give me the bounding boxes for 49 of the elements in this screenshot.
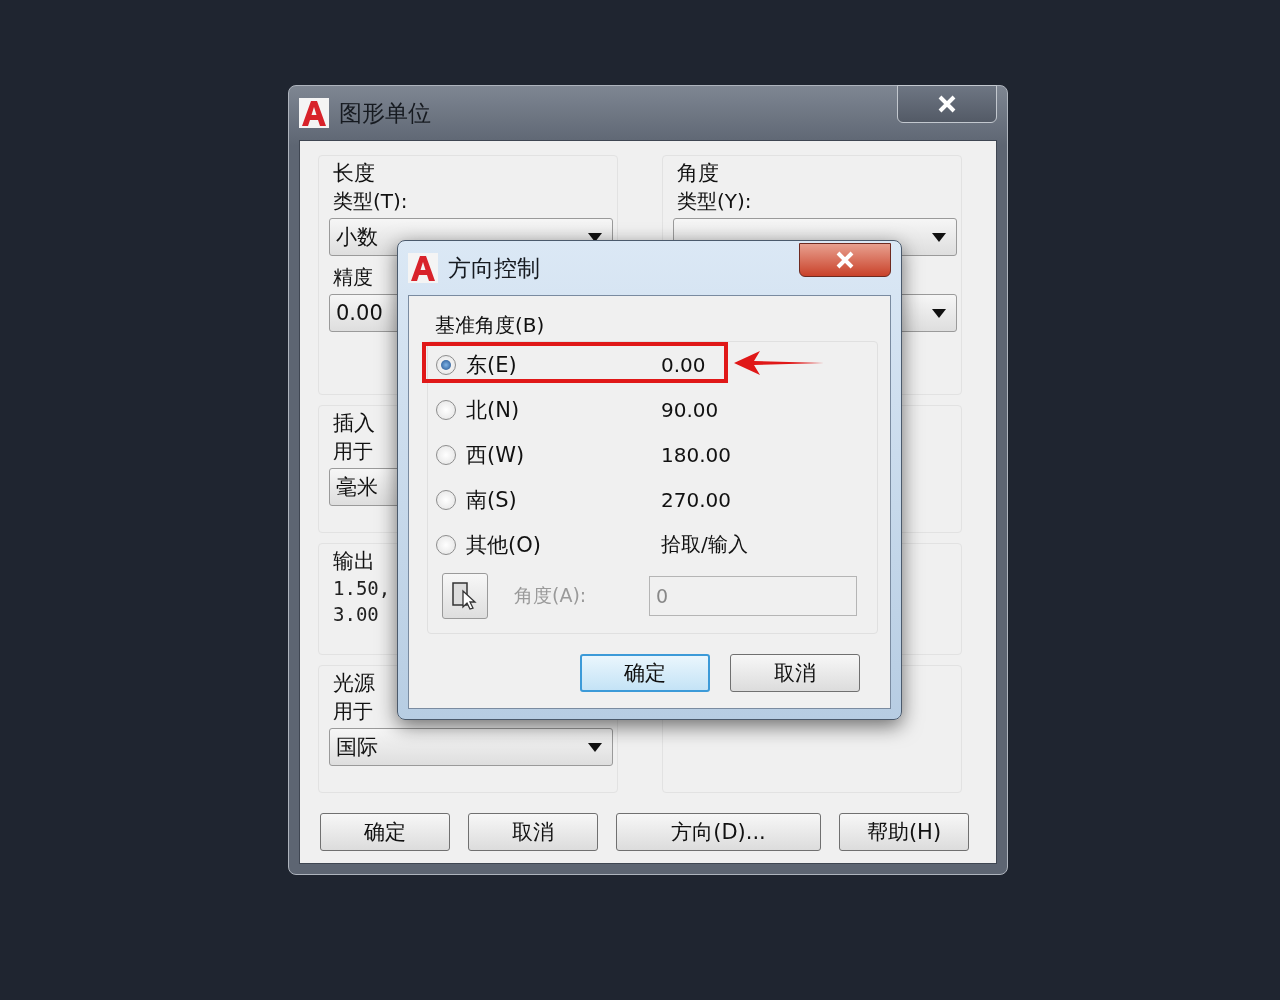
dropdown-caret-icon	[588, 232, 602, 242]
dialog-button[interactable]: 方向(D)...	[616, 813, 821, 851]
angle-value: 90.00	[661, 397, 719, 422]
close-icon	[938, 95, 956, 113]
sample-output-text: 1.50,	[333, 576, 391, 600]
field-label: 用于	[333, 698, 373, 724]
radio-button[interactable]	[436, 444, 456, 465]
dropdown-caret-icon	[932, 308, 946, 318]
radio-button[interactable]	[436, 489, 456, 510]
dropdown-caret-icon	[588, 742, 602, 752]
close-icon	[836, 251, 854, 269]
group-heading: 光源	[333, 670, 375, 696]
radio-label: 东(E)	[466, 351, 518, 379]
group-label: 基准角度(B)	[435, 312, 546, 339]
radio-label: 北(N)	[466, 396, 521, 424]
dialog-button[interactable]: 确定	[580, 654, 710, 692]
radio-button[interactable]	[436, 354, 456, 375]
dialog-button[interactable]: 取消	[468, 813, 598, 851]
group-heading: 输出	[333, 548, 375, 574]
angle-value: 拾取/输入	[661, 531, 748, 558]
radio-label: 南(S)	[466, 486, 518, 514]
dialog-button[interactable]: 帮助(H)	[839, 813, 969, 851]
dropdown[interactable]: 国际	[329, 728, 613, 766]
group-heading: 插入	[333, 410, 375, 436]
pick-angle-button[interactable]	[442, 573, 488, 619]
angle-value: 180.00	[661, 442, 731, 467]
field-label: 用于	[333, 438, 373, 464]
radio-button[interactable]	[436, 399, 456, 420]
dropdown-caret-icon	[932, 232, 946, 242]
app-logo-icon	[299, 98, 329, 128]
cursor-pick-icon	[451, 581, 479, 611]
dialog-button[interactable]: 确定	[320, 813, 450, 851]
radio-label: 其他(O)	[466, 531, 542, 559]
dialog-button[interactable]: 取消	[730, 654, 860, 692]
field-label: 类型(T):	[333, 188, 408, 214]
field-label: 角度(A):	[514, 583, 588, 608]
close-button[interactable]	[799, 243, 891, 277]
window-title: 图形单位	[339, 98, 432, 128]
angle-value: 270.00	[661, 487, 731, 512]
radio-label: 西(W)	[466, 441, 526, 469]
group-heading: 角度	[677, 160, 719, 186]
window-title: 方向控制	[448, 253, 541, 283]
field-label: 精度	[333, 264, 373, 290]
field-label: 类型(Y):	[677, 188, 752, 214]
angle-value: 0.00	[661, 352, 706, 377]
app-logo-icon	[408, 253, 438, 283]
sample-output-text: 3.00	[333, 602, 379, 626]
radio-button[interactable]	[436, 534, 456, 555]
group-heading: 长度	[333, 160, 375, 186]
